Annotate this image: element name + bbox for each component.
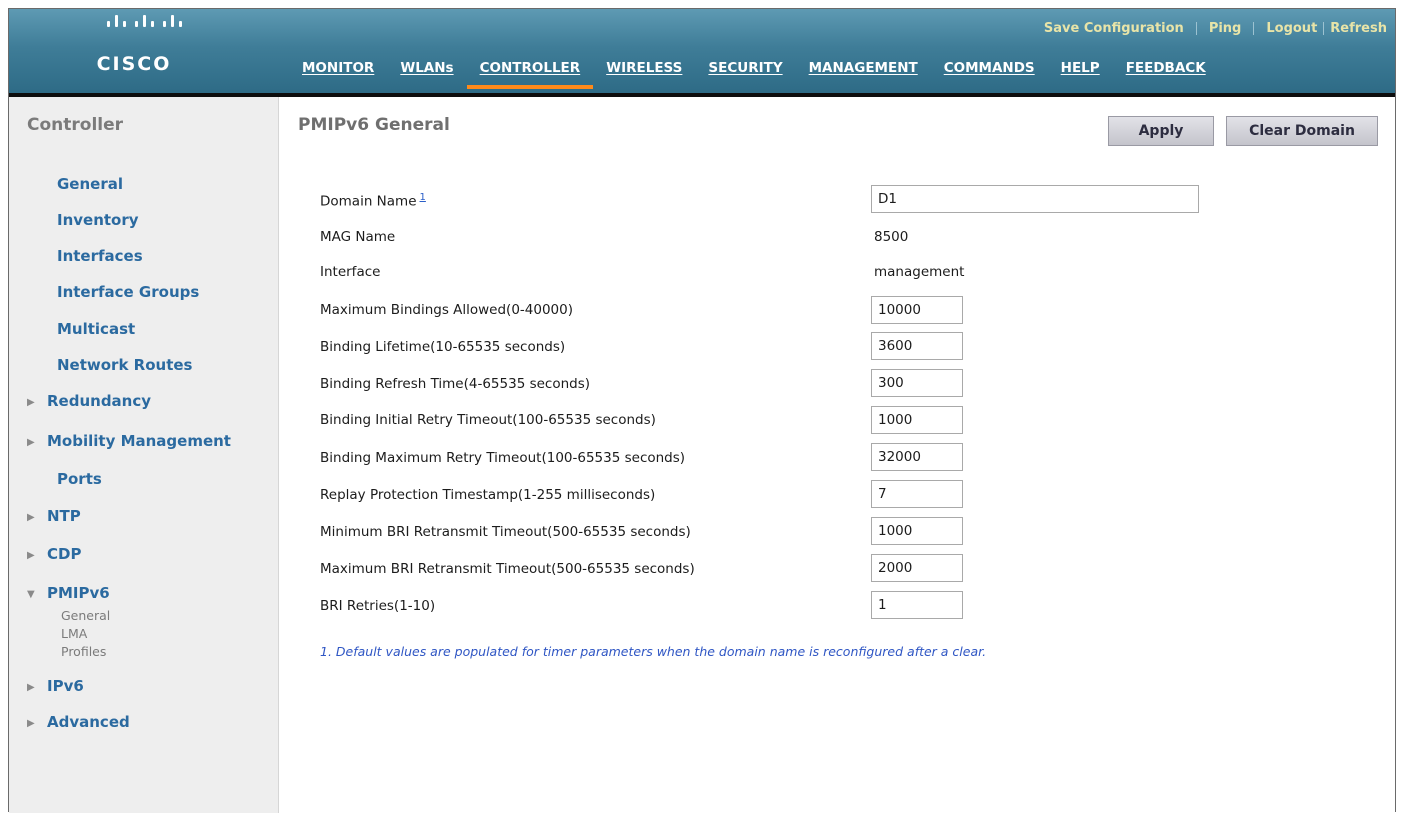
sidebar-item-inventory[interactable]: Inventory (57, 211, 139, 229)
sidebar-item-redundancy[interactable]: ▶ Redundancy (27, 392, 151, 410)
clear-domain-button[interactable]: Clear Domain (1226, 116, 1378, 146)
sidebar-item-network-routes[interactable]: Network Routes (57, 356, 192, 374)
app-window: CISCO Save Configuration Ping Logout Ref… (8, 8, 1396, 813)
sidebar-item-label: CDP (47, 545, 82, 563)
footnote-link[interactable]: 1 (420, 192, 426, 203)
sidebar-subitem-profiles[interactable]: Profiles (61, 644, 106, 659)
nav-security[interactable]: SECURITY (695, 49, 795, 78)
footnote-text: 1. Default values are populated for time… (320, 644, 987, 659)
expand-arrow-icon: ▶ (27, 397, 35, 408)
max-bri-retransmit-input[interactable] (871, 554, 963, 582)
top-links: Save Configuration Ping Logout Refresh (1044, 18, 1387, 38)
binding-refresh-time-label: Binding Refresh Time(4-65535 seconds) (320, 376, 591, 392)
cisco-wordmark: CISCO (96, 53, 172, 75)
sidebar-item-pmipv6[interactable]: ▼ PMIPv6 (27, 584, 110, 602)
binding-initial-retry-input[interactable] (871, 406, 963, 434)
sidebar-title: Controller (27, 115, 124, 135)
min-bri-retransmit-label: Minimum BRI Retransmit Timeout(500-65535… (320, 524, 691, 540)
sidebar-item-multicast[interactable]: Multicast (57, 320, 135, 338)
nav-wireless[interactable]: WIRELESS (593, 49, 695, 78)
binding-max-retry-label: Binding Maximum Retry Timeout(100-65535 … (320, 450, 686, 466)
nav-feedback[interactable]: FEEDBACK (1113, 49, 1219, 78)
sidebar-item-label: Advanced (47, 713, 130, 731)
mag-name-value: 8500 (874, 229, 909, 245)
main-content: PMIPv6 General Apply Clear Domain Domain… (280, 97, 1395, 813)
nav-controller[interactable]: CONTROLLER (466, 49, 594, 89)
ping-link[interactable]: Ping (1209, 21, 1242, 36)
sidebar-item-ntp[interactable]: ▶ NTP (27, 507, 81, 525)
expand-arrow-icon: ▶ (27, 437, 35, 448)
sidebar-item-advanced[interactable]: ▶ Advanced (27, 713, 130, 731)
nav-management[interactable]: MANAGEMENT (796, 49, 931, 78)
nav-monitor[interactable]: MONITOR (289, 49, 387, 78)
divider (1323, 21, 1325, 35)
nav-commands[interactable]: COMMANDS (931, 49, 1048, 78)
expand-arrow-icon: ▶ (27, 550, 35, 561)
field-label: Domain Name (320, 193, 417, 210)
nav-wlans[interactable]: WLANs (387, 49, 466, 78)
min-bri-retransmit-input[interactable] (871, 517, 963, 545)
divider (1253, 21, 1255, 35)
sidebar-item-label: IPv6 (47, 677, 84, 695)
expand-arrow-icon: ▶ (27, 718, 35, 729)
save-configuration-link[interactable]: Save Configuration (1044, 21, 1184, 36)
binding-lifetime-label: Binding Lifetime(10-65535 seconds) (320, 339, 566, 355)
main-nav: MONITOR WLANs CONTROLLER WIRELESS SECURI… (289, 49, 1219, 89)
bri-retries-label: BRI Retries(1-10) (320, 598, 436, 614)
sidebar-item-cdp[interactable]: ▶ CDP (27, 545, 81, 563)
binding-lifetime-input[interactable] (871, 332, 963, 360)
refresh-link[interactable]: Refresh (1330, 21, 1387, 36)
replay-protection-label: Replay Protection Timestamp(1-255 millis… (320, 487, 656, 503)
interface-value: management (874, 264, 965, 280)
max-bindings-label: Maximum Bindings Allowed(0-40000) (320, 302, 573, 318)
mag-name-label: MAG Name (320, 229, 396, 245)
sidebar-subitem-lma[interactable]: LMA (61, 626, 87, 641)
sidebar-item-ipv6[interactable]: ▶ IPv6 (27, 677, 84, 695)
apply-button[interactable]: Apply (1108, 116, 1214, 146)
sidebar-item-ports[interactable]: Ports (57, 470, 102, 488)
sidebar-item-label: PMIPv6 (47, 584, 110, 602)
max-bindings-input[interactable] (871, 296, 963, 324)
bri-retries-input[interactable] (871, 591, 963, 619)
cisco-logo: CISCO (79, 15, 189, 83)
divider (1195, 21, 1197, 35)
replay-protection-input[interactable] (871, 480, 963, 508)
nav-help[interactable]: HELP (1048, 49, 1113, 78)
sidebar-item-label: Mobility Management (47, 432, 231, 450)
sidebar-item-label: Redundancy (47, 392, 152, 410)
collapse-arrow-icon: ▼ (27, 589, 35, 600)
sidebar-item-label: NTP (47, 507, 81, 525)
sidebar-item-interfaces[interactable]: Interfaces (57, 247, 143, 265)
logout-link[interactable]: Logout (1266, 21, 1317, 36)
sidebar-subitem-general[interactable]: General (61, 608, 110, 623)
binding-refresh-time-input[interactable] (871, 369, 963, 397)
page-title: PMIPv6 General (298, 115, 450, 135)
sidebar-item-general[interactable]: General (57, 175, 123, 193)
domain-name-label: Domain Name 1 (320, 192, 426, 210)
domain-name-input[interactable] (871, 185, 1199, 213)
sidebar: Controller General Inventory Interfaces … (9, 97, 279, 813)
max-bri-retransmit-label: Maximum BRI Retransmit Timeout(500-65535… (320, 561, 695, 577)
interface-label: Interface (320, 264, 381, 280)
sidebar-item-mobility-management[interactable]: ▶ Mobility Management (27, 432, 231, 450)
binding-max-retry-input[interactable] (871, 443, 963, 471)
expand-arrow-icon: ▶ (27, 512, 35, 523)
header-bar: CISCO Save Configuration Ping Logout Ref… (9, 9, 1395, 97)
binding-initial-retry-label: Binding Initial Retry Timeout(100-65535 … (320, 412, 656, 428)
expand-arrow-icon: ▶ (27, 682, 35, 693)
sidebar-item-interface-groups[interactable]: Interface Groups (57, 283, 199, 301)
